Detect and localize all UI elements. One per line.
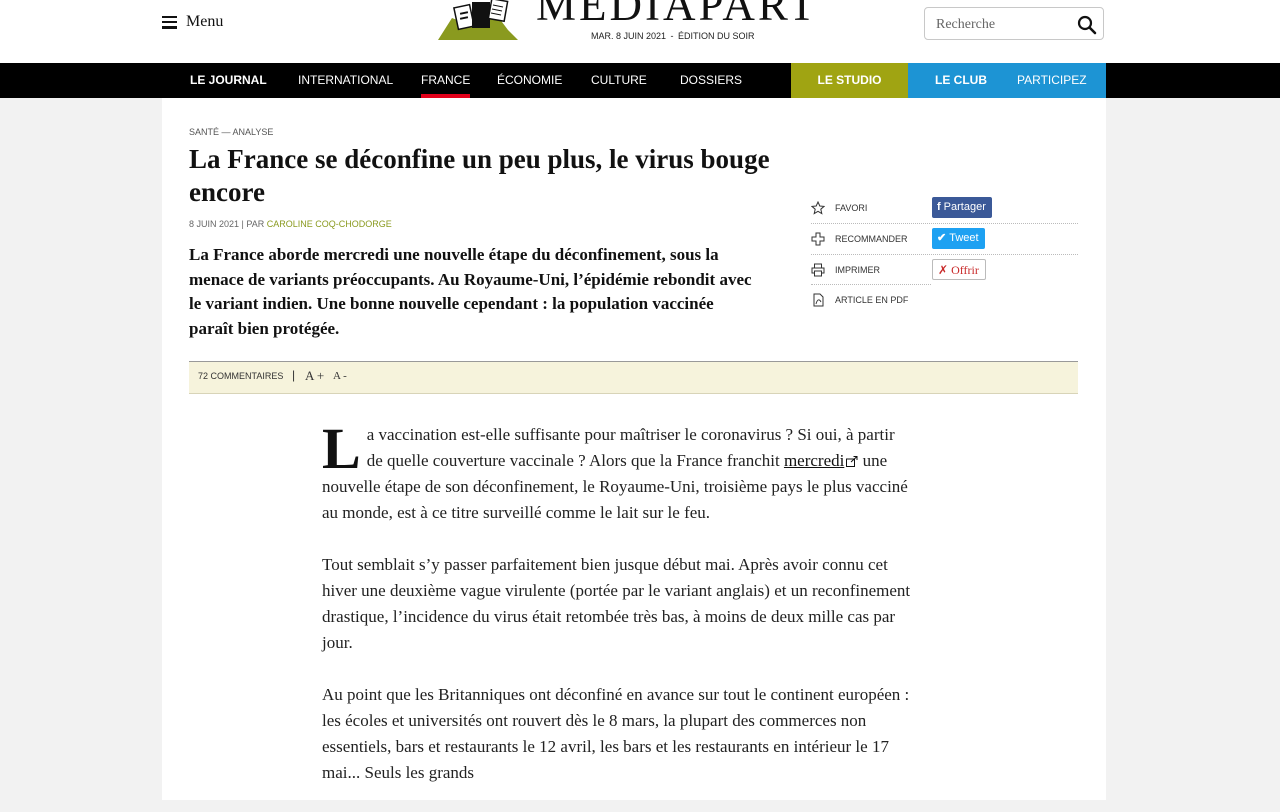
facebook-share-button[interactable]: f Partager (932, 197, 992, 218)
facebook-icon: f (937, 201, 941, 213)
tool-imprimer-label: IMPRIMER (835, 265, 880, 275)
drop-cap: L (322, 416, 361, 481)
twitter-share-button[interactable]: ✔ Tweet (932, 228, 985, 249)
twitter-share-label: Tweet (949, 232, 979, 244)
tool-recommander-label: RECOMMANDER (835, 234, 908, 244)
font-increase-button[interactable]: A + (305, 368, 324, 384)
plus-icon (811, 232, 825, 246)
pdf-icon (813, 293, 824, 307)
menu-label: Menu (186, 13, 224, 30)
article-paragraph: La vaccination est-elle suffisante pour … (322, 416, 912, 526)
facebook-share-label: Partager (943, 201, 986, 213)
inline-link-text: mercredi (783, 451, 845, 470)
article-paragraph: Au point que les Britanniques ont déconf… (322, 685, 910, 782)
nav-item-le-journal[interactable]: LE JOURNAL (190, 63, 267, 98)
article-author-link[interactable]: CAROLINE COQ-CHODORGE (267, 219, 392, 229)
nav-item-economie[interactable]: ÉCONOMIE (497, 63, 562, 98)
club-block: LE CLUB PARTICIPEZ (908, 63, 1106, 98)
twitter-icon: ✔ (937, 232, 947, 244)
printer-icon (811, 263, 825, 277)
top-header: Menu MEDIAPART MAR. 8 JUIN 2021ÉDITION D… (0, 0, 1280, 63)
nav-le-studio[interactable]: LE STUDIO (791, 63, 908, 98)
comments-link[interactable]: 72 COMMENTAIRES (198, 371, 283, 381)
logo-wordmark: MEDIAPART (536, 0, 819, 30)
tool-recommander[interactable]: RECOMMANDER ✔ Tweet (811, 224, 1078, 255)
article-tools: FAVORI f Partager RECOMMANDER ✔ Tweet IMPR… (811, 193, 1078, 315)
tool-imprimer[interactable]: IMPRIMER ✗ Offrir (811, 255, 1078, 285)
article-date: 8 JUIN 2021 (189, 219, 240, 229)
menu-button[interactable]: Menu (162, 13, 223, 31)
gift-icon: ✗ (938, 263, 949, 277)
main-nav: LE JOURNAL INTERNATIONAL FRANCE ÉCONOMIE… (0, 63, 1280, 98)
toolbar-separator: | (292, 368, 296, 382)
offer-label: Offrir (951, 263, 979, 277)
tool-favori[interactable]: FAVORI f Partager (811, 193, 1078, 224)
article-toolbar: 72 COMMENTAIRES | A + A - (189, 361, 1078, 394)
tool-pdf[interactable]: ARTICLE EN PDF (811, 285, 1078, 315)
article-title: La France se déconfine un peu plus, le v… (189, 144, 770, 207)
hamburger-icon (162, 15, 177, 29)
tool-pdf-label: ARTICLE EN PDF (835, 295, 909, 305)
star-icon (811, 201, 825, 215)
nav-item-dossiers[interactable]: DOSSIERS (680, 63, 742, 98)
offer-article-button[interactable]: ✗ Offrir (932, 259, 986, 280)
font-decrease-button[interactable]: A - (333, 370, 347, 382)
search-icon[interactable] (1077, 15, 1097, 35)
article-body: La vaccination est-elle suffisante pour … (322, 416, 912, 812)
nav-le-club[interactable]: LE CLUB (935, 63, 987, 98)
logo-illustration (438, 0, 518, 40)
tool-favori-label: FAVORI (835, 203, 868, 213)
nav-item-international[interactable]: INTERNATIONAL (298, 63, 393, 98)
nav-item-france[interactable]: FRANCE (421, 63, 471, 98)
edition-label: ÉDITION DU SOIR (666, 31, 755, 41)
article-paragraph: Tout semblait s’y passer parfaitement bi… (322, 555, 911, 652)
edition-date: MAR. 8 JUIN 2021ÉDITION DU SOIR (591, 31, 755, 41)
article-lede: La France aborde mercredi une nouvelle é… (189, 245, 752, 338)
nav-participez[interactable]: PARTICIPEZ (1017, 63, 1087, 98)
mediapart-logo[interactable]: MEDIAPART MAR. 8 JUIN 2021ÉDITION DU SOI… (434, 0, 834, 48)
article-byline: 8 JUIN 2021 | PAR CAROLINE COQ-CHODORGE (189, 219, 392, 229)
nav-item-culture[interactable]: CULTURE (591, 63, 647, 98)
search-box (924, 7, 1104, 40)
byline-by: PAR (246, 219, 265, 229)
article-kicker[interactable]: SANTÉ — ANALYSE (189, 127, 273, 137)
inline-link-mercredi[interactable]: mercredi (784, 451, 858, 470)
article-container: SANTÉ — ANALYSE La France se déconfine u… (162, 98, 1106, 800)
edition-date-text: MAR. 8 JUIN 2021 (591, 31, 667, 41)
external-link-icon (846, 456, 858, 467)
search-input[interactable] (934, 16, 1073, 34)
